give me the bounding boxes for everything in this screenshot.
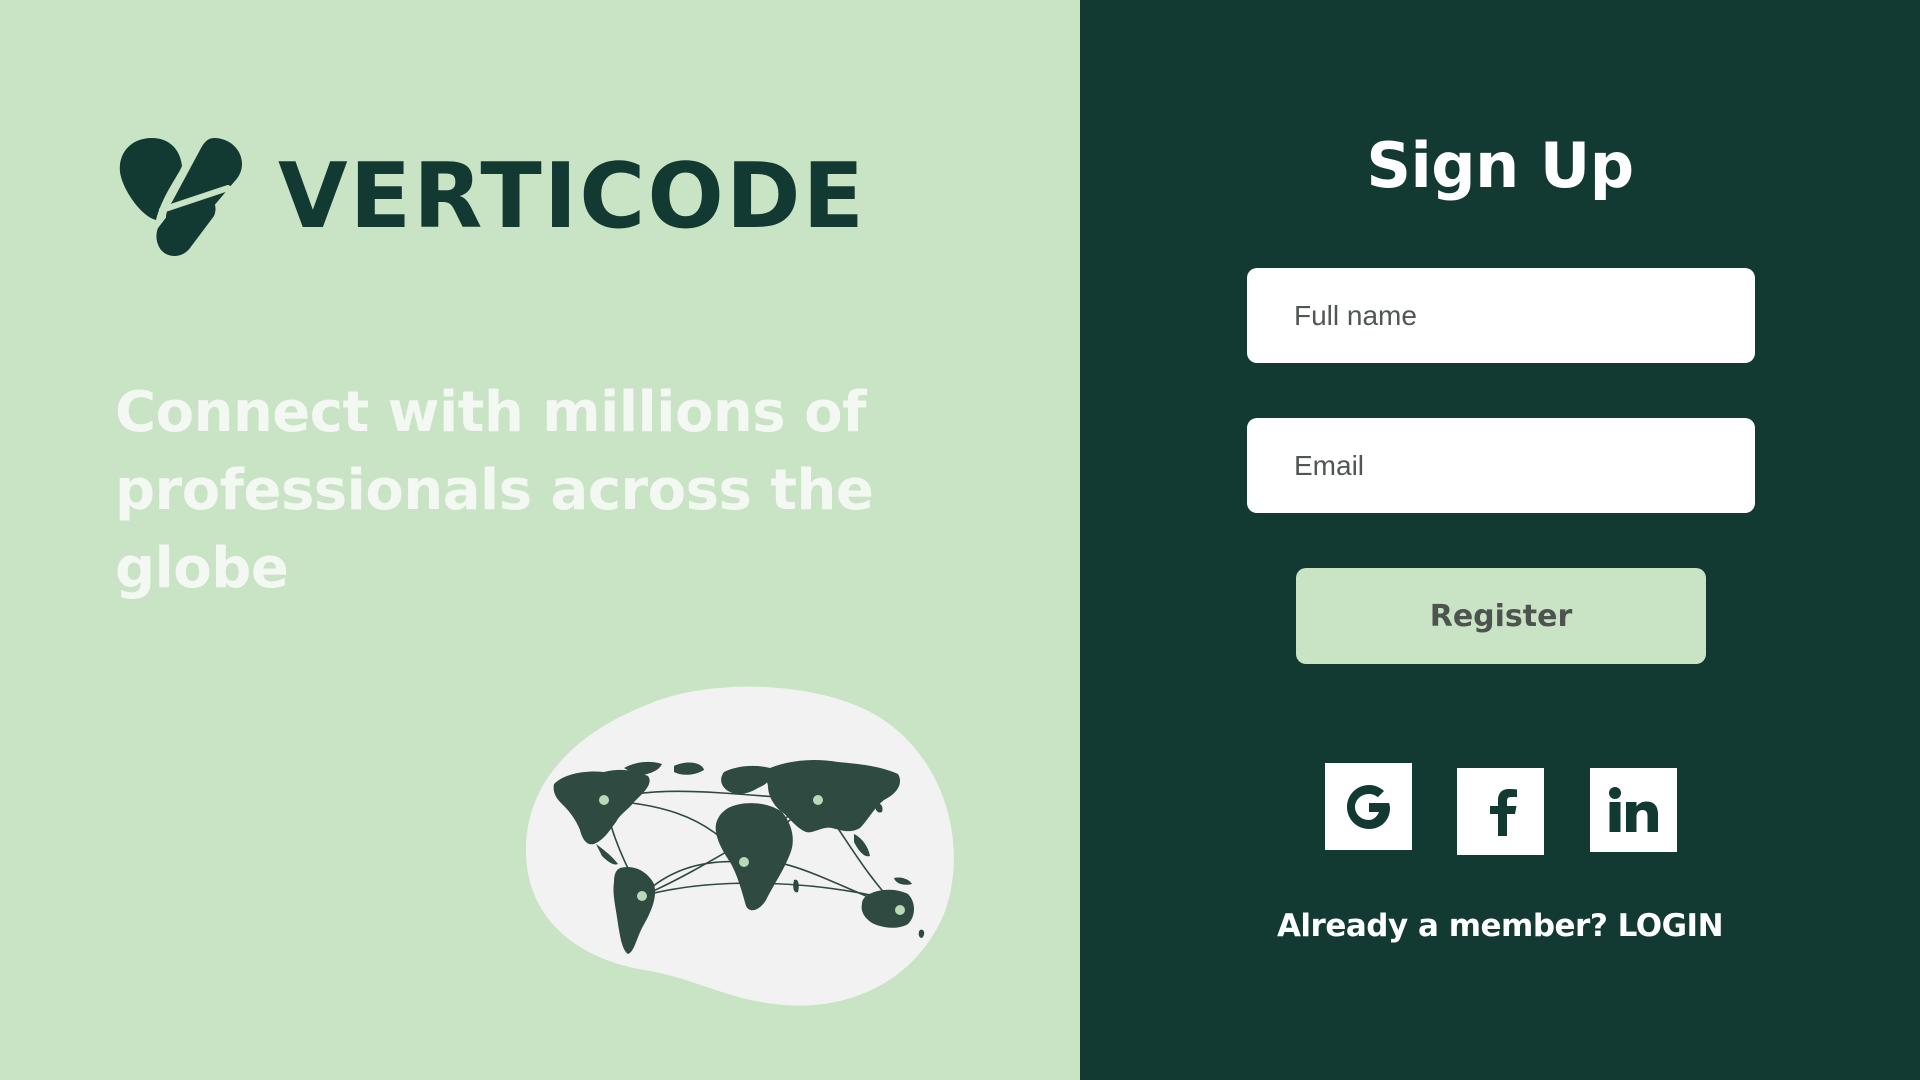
google-icon xyxy=(1346,784,1390,829)
brand-name: VERTICODE xyxy=(278,144,867,249)
linkedin-icon xyxy=(1608,787,1658,832)
login-link[interactable]: LOGIN xyxy=(1618,908,1724,944)
signup-title: Sign Up xyxy=(1366,129,1634,202)
verticode-logo-icon xyxy=(119,138,242,256)
brand-logo: VERTICODE xyxy=(118,136,866,258)
brand-panel: VERTICODE Connect with millions of profe… xyxy=(0,0,1080,1080)
hero-tagline-line2: professionals across the globe xyxy=(115,458,874,601)
email-field[interactable] xyxy=(1247,418,1755,513)
login-prompt: Already a member? LOGIN xyxy=(1080,908,1920,944)
hero-tagline-line1: Connect with millions of xyxy=(115,380,866,445)
signup-page: VERTICODE Connect with millions of profe… xyxy=(0,0,1920,1080)
full-name-field[interactable] xyxy=(1247,268,1755,363)
facebook-signin-button[interactable] xyxy=(1457,768,1544,855)
world-map-network-icon xyxy=(525,686,954,1006)
hero-tagline: Connect with millions of professionals a… xyxy=(115,374,1015,608)
login-prompt-text: Already a member? xyxy=(1276,908,1618,944)
signup-panel: Sign Up Register Already a xyxy=(1080,0,1920,1080)
facebook-icon xyxy=(1489,788,1517,836)
full-name-input[interactable] xyxy=(1292,298,1710,333)
linkedin-signin-button[interactable] xyxy=(1590,768,1677,852)
google-signin-button[interactable] xyxy=(1325,763,1412,850)
email-input[interactable] xyxy=(1292,448,1710,483)
register-button[interactable]: Register xyxy=(1296,568,1706,664)
